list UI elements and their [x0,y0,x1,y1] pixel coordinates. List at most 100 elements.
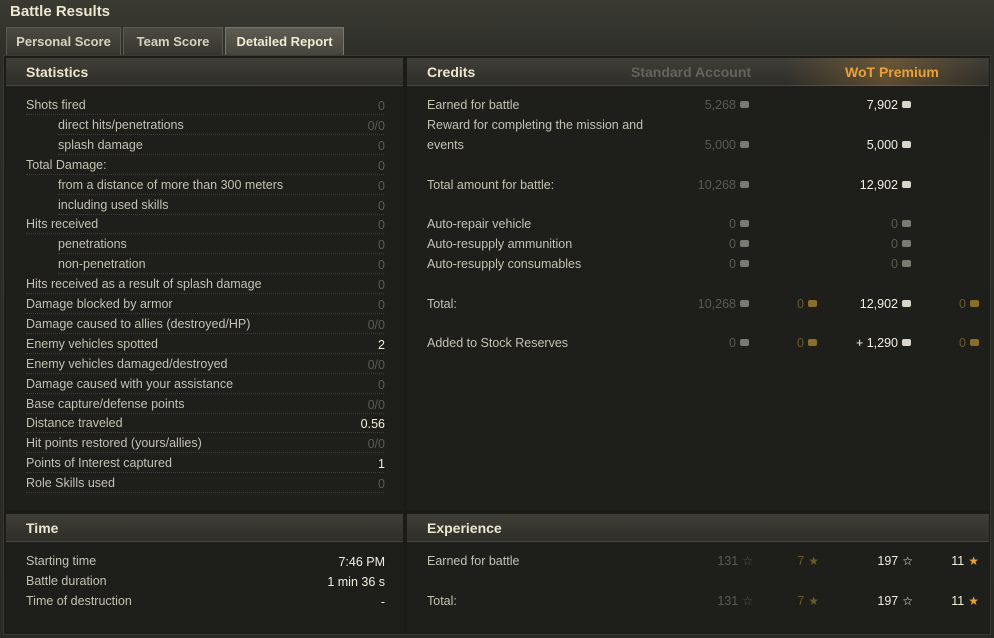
tab-team-score[interactable]: Team Score [123,27,223,55]
battle-results-window: Battle Results Personal Score Team Score… [0,0,994,638]
premium-credit-value: 5,000 [867,138,911,152]
gold-icon [808,339,817,347]
credit-label: Total amount for battle: [427,178,555,192]
premium-free-xp-amount: 11 [951,594,965,608]
premium-credit-amount: 5,000 [866,138,898,152]
stat-value: 0 [378,178,385,193]
standard-credit-amount: 10,268 [697,297,736,311]
stat-label: Damage caused to allies (destroyed/HP) [26,316,251,331]
stat-value: 0 [378,198,385,213]
stat-label: from a distance of more than 300 meters [58,177,284,192]
free-xp-star-icon: ★ [808,594,819,608]
stat-divider [58,253,384,255]
experience-header: Experience [407,514,989,542]
stat-label: Role Skills used [26,476,115,491]
stat-label: including used skills [58,197,169,212]
stat-label: Damage blocked by armor [26,297,173,311]
time-value: 1 min 36 s [327,575,385,589]
credit-label-cont: events [427,138,464,152]
standard-credit-amount: 0 [729,257,736,271]
credits-icon [902,181,911,189]
free-xp-star-icon: ★ [808,554,819,568]
premium-header: WoT Premium [845,64,939,80]
stat-divider [26,452,384,454]
free-xp-star-icon: ★ [968,554,979,568]
standard-credit-value: 5,268 [705,98,749,112]
stat-value: 0 [378,477,385,492]
standard-credit-value: 5,000 [705,138,749,152]
credit-label: Added to Stock Reserves [427,336,569,350]
premium-credit-amount: 7,902 [866,98,898,112]
credits-icon [902,339,911,347]
premium-credit-value: 7,902 [867,98,911,112]
star-icon: ☆ [742,594,753,608]
star-icon: ☆ [902,594,913,608]
premium-xp-value: 197 ☆ [877,554,913,568]
experience-title: Experience [427,520,502,536]
stat-label: Hit points restored (yours/allies) [26,436,202,451]
time-value: 7:46 PM [338,555,385,569]
standard-xp-value: 131 ☆ [717,554,753,568]
standard-gold-amount: 0 [797,336,804,350]
tab-personal-score[interactable]: Personal Score [6,27,121,55]
stat-value: 0 [378,377,385,392]
premium-xp-amount: 197 [877,554,899,568]
standard-free-xp-amount: 7 [797,594,805,608]
credits-header: Credits Standard Account WoT Premium [407,58,989,86]
premium-credit-value: 12,902 [860,178,911,192]
standard-credit-amount: 0 [729,237,736,251]
star-icon: ☆ [742,554,753,568]
stat-label: Total Damage: [26,157,107,172]
time-label: Time of destruction [26,594,132,608]
premium-credit-amount: 12,902 [859,297,898,311]
premium-credit-value: 0 [891,257,911,271]
stat-divider [58,153,384,155]
credits-icon [740,181,749,189]
stat-label: Damage caused with your assistance [26,376,234,391]
standard-xp-value: 131 ☆ [717,594,753,608]
stat-value: 0/0 [367,118,385,133]
stat-divider [26,432,384,434]
stat-divider [26,332,384,334]
stat-value: 1 [378,457,385,472]
stat-divider [26,233,384,235]
premium-gold-value: 0 [959,297,979,311]
standard-credit-value: 10,268 [698,178,749,192]
stat-divider [26,313,384,314]
credits-icon [740,339,749,347]
time-label: Battle duration [26,574,107,588]
stat-divider [26,472,384,474]
premium-credit-value: 0 [891,217,911,231]
stat-divider [26,114,384,115]
standard-credit-amount: 0 [729,217,736,231]
stat-divider [26,372,384,374]
stat-value: 0 [378,158,385,173]
premium-credit-amount: 0 [891,217,898,231]
standard-gold-amount: 0 [797,297,804,311]
stat-label: non-penetration [58,257,146,272]
experience-panel: Experience Earned for battle 131 ☆ 7 ★ 197 ☆ 11… [407,514,989,632]
credits-title: Credits [427,64,476,80]
standard-credit-value: 0 [729,217,749,231]
stat-value: 0 [378,138,385,153]
time-label: Starting time [26,554,97,568]
premium-free-xp-amount: 11 [951,554,965,568]
stat-divider [26,352,384,354]
stat-divider [26,412,384,414]
premium-free-xp-value: 11 ★ [951,594,979,608]
tab-detailed-report[interactable]: Detailed Report [225,27,344,55]
stat-label: Points of Interest captured [26,456,172,471]
stat-divider [26,392,384,394]
stat-value: 0 [378,298,385,312]
credits-icon [902,260,911,268]
standard-account-header: Standard Account [631,64,752,80]
stat-value: 0/0 [367,397,385,412]
gold-icon [970,339,979,347]
gold-icon [970,300,979,308]
stat-value: 0.56 [360,417,385,432]
star-icon: ☆ [902,554,913,568]
credits-icon [902,300,911,308]
gold-icon [808,300,817,308]
stat-label: Base capture/defense points [26,396,185,411]
stat-divider [58,133,384,135]
